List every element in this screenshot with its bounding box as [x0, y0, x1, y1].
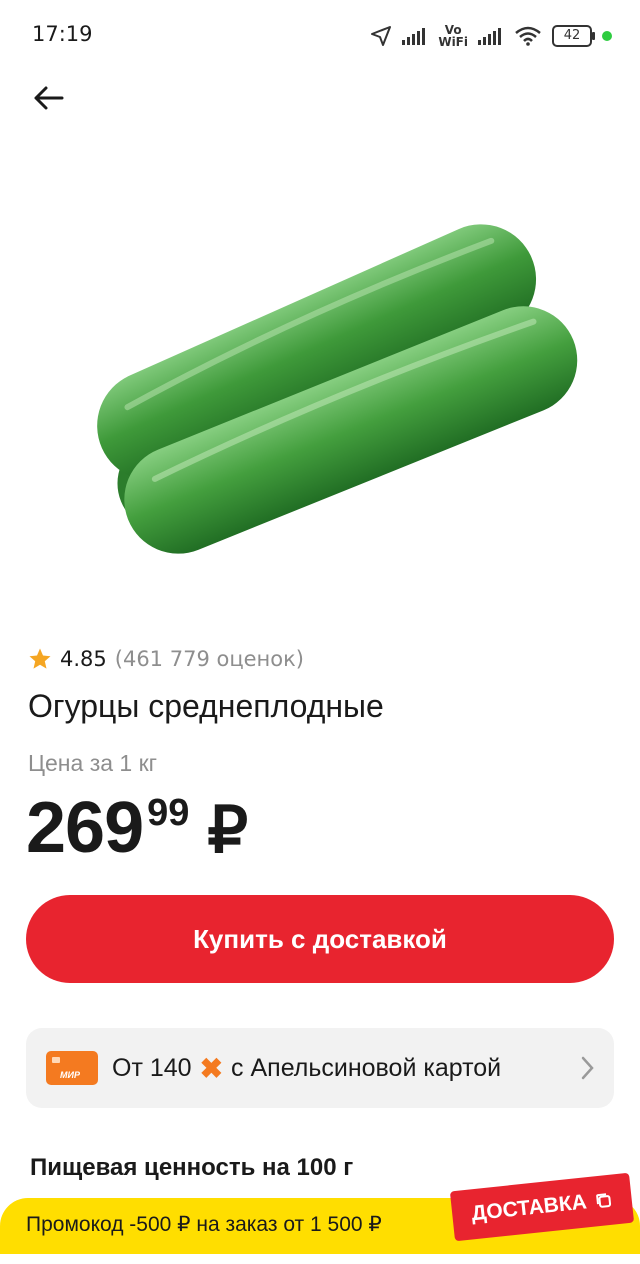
price-label: Цена за 1 кг [28, 750, 158, 776]
cross-icon: ✖ [199, 1052, 224, 1084]
location-icon [371, 26, 392, 46]
wifi-icon [515, 26, 541, 46]
vowifi-icon: Vo WiFi [438, 23, 468, 49]
status-bar: 17:19 Vo WiFi 42 [0, 0, 640, 72]
battery-icon: 42 [552, 25, 595, 47]
price-currency: ₽ [207, 794, 249, 866]
card-brand: МИР [60, 1070, 80, 1080]
delivery-badge-label: ДОСТАВКА [470, 1190, 588, 1226]
back-button[interactable] [24, 76, 72, 120]
promo-banner[interactable]: Промокод -500 ₽ на заказ от 1 500 ₽ ДОСТ… [0, 1172, 640, 1254]
signal-icon-2 [478, 28, 501, 45]
chevron-right-icon [581, 1056, 594, 1080]
status-icons: Vo WiFi 42 [370, 18, 612, 54]
rating-value: 4.85 [60, 647, 107, 671]
rating-count[interactable]: (461 779 оценок) [115, 647, 304, 671]
status-time: 17:19 [32, 22, 93, 46]
orange-card-offer[interactable]: МИР От 140 ✖ с Апельсиновой картой [26, 1028, 614, 1108]
price-integer: 269 [26, 788, 144, 868]
nutrition-title: Пищевая ценность на 100 г [30, 1154, 354, 1181]
price: 269 99 ₽ [26, 788, 248, 868]
promo-text: Промокод -500 ₽ на заказ от 1 500 ₽ [26, 1213, 382, 1236]
offer-suffix: с Апельсиновой картой [231, 1053, 502, 1082]
delivery-badge[interactable]: ДОСТАВКА [449, 1172, 635, 1242]
product-title: Огурцы среднеплодные [28, 688, 384, 724]
buy-with-delivery-button[interactable]: Купить с доставкой [26, 895, 614, 983]
offer-prefix: От 140 [112, 1053, 192, 1082]
star-icon [29, 648, 51, 669]
price-decimal: 99 [147, 792, 190, 834]
bank-card-icon: МИР [46, 1051, 98, 1085]
rating: 4.85 (461 779 оценок) [28, 644, 304, 674]
product-image [97, 224, 578, 554]
privacy-indicator [602, 31, 612, 41]
signal-icon [402, 28, 426, 45]
arrow-left-icon [34, 86, 64, 110]
copy-icon [596, 1193, 611, 1209]
offer-text: От 140 ✖ с Апельсиновой картой [112, 1052, 501, 1085]
